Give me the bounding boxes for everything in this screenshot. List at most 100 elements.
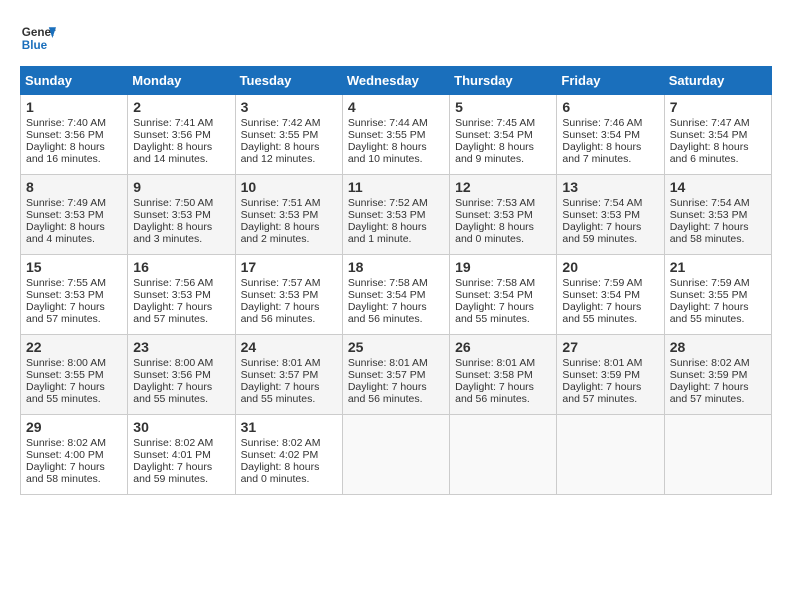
daylight: Daylight: 7 hours and 59 minutes.: [562, 221, 641, 245]
day-number: 15: [26, 259, 122, 275]
daylight: Daylight: 7 hours and 55 minutes.: [26, 381, 105, 405]
calendar-cell: 6Sunrise: 7:46 AMSunset: 3:54 PMDaylight…: [557, 95, 664, 175]
calendar-cell: 28Sunrise: 8:02 AMSunset: 3:59 PMDayligh…: [664, 335, 771, 415]
sunset: Sunset: 3:57 PM: [348, 369, 426, 381]
day-number: 5: [455, 99, 551, 115]
header-cell-tuesday: Tuesday: [235, 67, 342, 95]
calendar-cell: 2Sunrise: 7:41 AMSunset: 3:56 PMDaylight…: [128, 95, 235, 175]
sunrise: Sunrise: 7:50 AM: [133, 197, 213, 209]
daylight: Daylight: 7 hours and 55 minutes.: [241, 381, 320, 405]
sunrise: Sunrise: 8:00 AM: [133, 357, 213, 369]
sunset: Sunset: 3:55 PM: [348, 129, 426, 141]
header-cell-monday: Monday: [128, 67, 235, 95]
sunset: Sunset: 3:54 PM: [455, 129, 533, 141]
sunset: Sunset: 3:53 PM: [670, 209, 748, 221]
calendar-body: 1Sunrise: 7:40 AMSunset: 3:56 PMDaylight…: [21, 95, 772, 495]
sunset: Sunset: 3:56 PM: [133, 369, 211, 381]
sunrise: Sunrise: 7:41 AM: [133, 117, 213, 129]
sunrise: Sunrise: 7:54 AM: [670, 197, 750, 209]
sunrise: Sunrise: 7:47 AM: [670, 117, 750, 129]
calendar-cell: [664, 415, 771, 495]
week-row-5: 29Sunrise: 8:02 AMSunset: 4:00 PMDayligh…: [21, 415, 772, 495]
calendar-cell: 25Sunrise: 8:01 AMSunset: 3:57 PMDayligh…: [342, 335, 449, 415]
daylight: Daylight: 7 hours and 58 minutes.: [670, 221, 749, 245]
daylight: Daylight: 8 hours and 10 minutes.: [348, 141, 427, 165]
daylight: Daylight: 7 hours and 56 minutes.: [348, 381, 427, 405]
sunset: Sunset: 3:56 PM: [26, 129, 104, 141]
calendar-cell: 10Sunrise: 7:51 AMSunset: 3:53 PMDayligh…: [235, 175, 342, 255]
sunrise: Sunrise: 7:40 AM: [26, 117, 106, 129]
calendar-cell: 1Sunrise: 7:40 AMSunset: 3:56 PMDaylight…: [21, 95, 128, 175]
calendar-cell: [557, 415, 664, 495]
sunrise: Sunrise: 8:01 AM: [241, 357, 321, 369]
sunset: Sunset: 3:54 PM: [562, 289, 640, 301]
sunset: Sunset: 3:59 PM: [562, 369, 640, 381]
sunset: Sunset: 3:55 PM: [670, 289, 748, 301]
daylight: Daylight: 8 hours and 7 minutes.: [562, 141, 641, 165]
sunrise: Sunrise: 8:02 AM: [133, 437, 213, 449]
sunset: Sunset: 3:53 PM: [241, 209, 319, 221]
calendar-cell: 12Sunrise: 7:53 AMSunset: 3:53 PMDayligh…: [450, 175, 557, 255]
calendar-cell: 9Sunrise: 7:50 AMSunset: 3:53 PMDaylight…: [128, 175, 235, 255]
day-number: 21: [670, 259, 766, 275]
daylight: Daylight: 7 hours and 56 minutes.: [241, 301, 320, 325]
sunrise: Sunrise: 8:01 AM: [455, 357, 535, 369]
daylight: Daylight: 8 hours and 4 minutes.: [26, 221, 105, 245]
daylight: Daylight: 8 hours and 6 minutes.: [670, 141, 749, 165]
daylight: Daylight: 7 hours and 56 minutes.: [455, 381, 534, 405]
sunset: Sunset: 3:55 PM: [26, 369, 104, 381]
day-number: 26: [455, 339, 551, 355]
daylight: Daylight: 7 hours and 55 minutes.: [455, 301, 534, 325]
sunset: Sunset: 3:59 PM: [670, 369, 748, 381]
calendar-table: SundayMondayTuesdayWednesdayThursdayFrid…: [20, 66, 772, 495]
sunrise: Sunrise: 7:49 AM: [26, 197, 106, 209]
day-number: 2: [133, 99, 229, 115]
header-cell-sunday: Sunday: [21, 67, 128, 95]
day-number: 11: [348, 179, 444, 195]
daylight: Daylight: 8 hours and 3 minutes.: [133, 221, 212, 245]
sunrise: Sunrise: 7:58 AM: [348, 277, 428, 289]
header-cell-thursday: Thursday: [450, 67, 557, 95]
daylight: Daylight: 8 hours and 12 minutes.: [241, 141, 320, 165]
header: General Blue: [20, 20, 772, 56]
sunset: Sunset: 3:54 PM: [670, 129, 748, 141]
day-number: 12: [455, 179, 551, 195]
sunset: Sunset: 4:02 PM: [241, 449, 319, 461]
daylight: Daylight: 8 hours and 1 minute.: [348, 221, 427, 245]
day-number: 16: [133, 259, 229, 275]
daylight: Daylight: 7 hours and 55 minutes.: [670, 301, 749, 325]
sunset: Sunset: 4:00 PM: [26, 449, 104, 461]
day-number: 27: [562, 339, 658, 355]
sunset: Sunset: 3:55 PM: [241, 129, 319, 141]
sunset: Sunset: 3:56 PM: [133, 129, 211, 141]
daylight: Daylight: 7 hours and 57 minutes.: [670, 381, 749, 405]
svg-text:Blue: Blue: [22, 39, 48, 52]
calendar-cell: 23Sunrise: 8:00 AMSunset: 3:56 PMDayligh…: [128, 335, 235, 415]
calendar-cell: 13Sunrise: 7:54 AMSunset: 3:53 PMDayligh…: [557, 175, 664, 255]
day-number: 31: [241, 419, 337, 435]
sunset: Sunset: 3:53 PM: [455, 209, 533, 221]
header-cell-wednesday: Wednesday: [342, 67, 449, 95]
calendar-cell: 30Sunrise: 8:02 AMSunset: 4:01 PMDayligh…: [128, 415, 235, 495]
daylight: Daylight: 8 hours and 9 minutes.: [455, 141, 534, 165]
week-row-4: 22Sunrise: 8:00 AMSunset: 3:55 PMDayligh…: [21, 335, 772, 415]
sunset: Sunset: 3:53 PM: [133, 289, 211, 301]
sunrise: Sunrise: 8:02 AM: [26, 437, 106, 449]
daylight: Daylight: 8 hours and 16 minutes.: [26, 141, 105, 165]
sunrise: Sunrise: 8:02 AM: [241, 437, 321, 449]
sunset: Sunset: 3:53 PM: [26, 289, 104, 301]
daylight: Daylight: 7 hours and 59 minutes.: [133, 461, 212, 485]
calendar-cell: 17Sunrise: 7:57 AMSunset: 3:53 PMDayligh…: [235, 255, 342, 335]
day-number: 13: [562, 179, 658, 195]
day-number: 25: [348, 339, 444, 355]
header-cell-friday: Friday: [557, 67, 664, 95]
day-number: 4: [348, 99, 444, 115]
sunset: Sunset: 3:54 PM: [348, 289, 426, 301]
sunrise: Sunrise: 7:57 AM: [241, 277, 321, 289]
sunrise: Sunrise: 7:52 AM: [348, 197, 428, 209]
calendar-cell: 20Sunrise: 7:59 AMSunset: 3:54 PMDayligh…: [557, 255, 664, 335]
calendar-cell: 22Sunrise: 8:00 AMSunset: 3:55 PMDayligh…: [21, 335, 128, 415]
sunrise: Sunrise: 8:00 AM: [26, 357, 106, 369]
day-number: 18: [348, 259, 444, 275]
week-row-2: 8Sunrise: 7:49 AMSunset: 3:53 PMDaylight…: [21, 175, 772, 255]
